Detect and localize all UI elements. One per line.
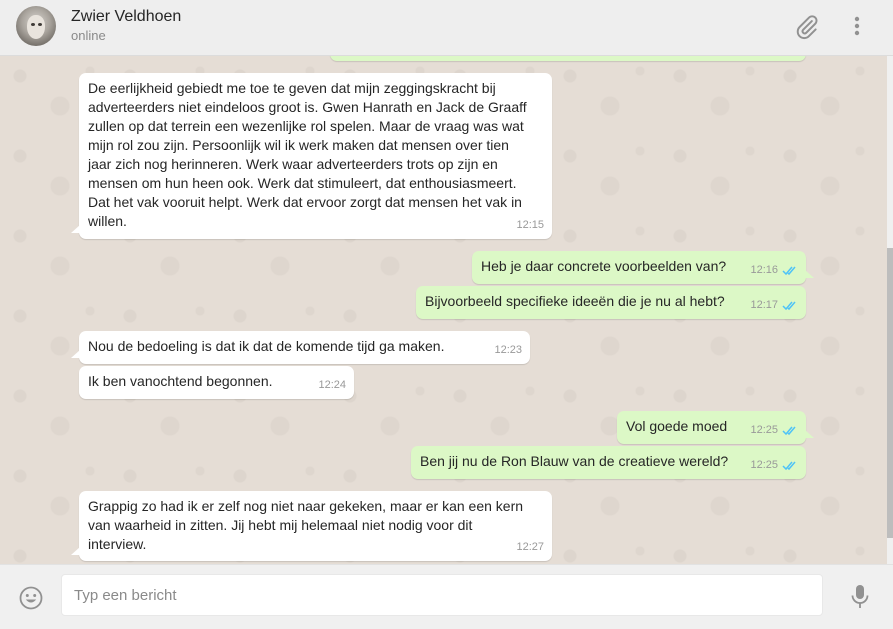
paperclip-icon[interactable] (794, 14, 820, 40)
contact-status: online (71, 28, 106, 43)
message-time: 12:25 (750, 424, 778, 436)
message-list[interactable]: De eerlijkheid gebiedt me toe te geven d… (0, 56, 887, 564)
message-input[interactable] (61, 574, 823, 616)
read-ticks-icon (782, 266, 796, 276)
previous-message-bubble (330, 56, 806, 61)
message-text: Nou de bedoeling is dat ik dat de komend… (88, 338, 445, 354)
chat-header: Zwier Veldhoen online (0, 0, 893, 56)
message-time: 12:16 (750, 264, 778, 276)
message-time: 12:24 (318, 379, 346, 391)
message-outgoing[interactable]: Vol goede moed 12:25 (617, 411, 814, 444)
message-incoming[interactable]: Ik ben vanochtend begonnen. 12:24 (79, 366, 354, 399)
scrollbar-thumb[interactable] (887, 248, 893, 538)
message-text: Grappig zo had ik er zelf nog niet naar … (88, 498, 524, 552)
message-time: 12:25 (750, 459, 778, 471)
contact-name[interactable]: Zwier Veldhoen (71, 8, 181, 26)
read-ticks-icon (782, 301, 796, 311)
menu-dots-icon[interactable] (844, 14, 870, 40)
avatar-face (27, 15, 45, 39)
message-incoming[interactable]: Grappig zo had ik er zelf nog niet naar … (71, 491, 552, 561)
emoji-icon[interactable] (18, 585, 44, 611)
message-incoming[interactable]: Nou de bedoeling is dat ik dat de komend… (71, 331, 530, 364)
composer-bar (0, 564, 893, 629)
message-text: De eerlijkheid gebiedt me toe te geven d… (88, 80, 527, 229)
message-time: 12:17 (750, 299, 778, 311)
message-text: Bijvoorbeeld specifieke ideeën die je nu… (425, 293, 725, 309)
message-outgoing[interactable]: Heb je daar concrete voorbeelden van? 12… (472, 251, 814, 284)
message-time: 12:23 (494, 344, 522, 356)
read-ticks-icon (782, 461, 796, 471)
message-time: 12:15 (516, 219, 544, 231)
message-text: Ik ben vanochtend begonnen. (88, 373, 273, 389)
microphone-icon[interactable] (849, 583, 871, 611)
message-outgoing[interactable]: Ben jij nu de Ron Blauw van de creatieve… (411, 446, 806, 479)
message-time: 12:27 (516, 541, 544, 553)
avatar[interactable] (16, 6, 56, 46)
message-outgoing[interactable]: Bijvoorbeeld specifieke ideeën die je nu… (416, 286, 806, 319)
message-text: Ben jij nu de Ron Blauw van de creatieve… (420, 453, 729, 469)
message-incoming[interactable]: De eerlijkheid gebiedt me toe te geven d… (71, 73, 552, 239)
chat-scrollbar[interactable] (887, 56, 893, 564)
read-ticks-icon (782, 426, 796, 436)
